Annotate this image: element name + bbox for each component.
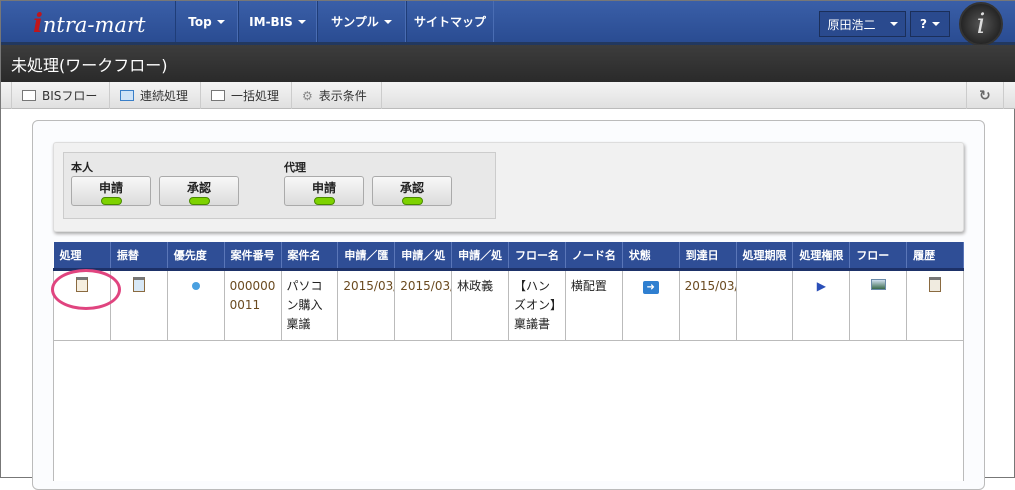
proxy-label: 代理 (284, 161, 306, 174)
flow-name: 【ハンズオン】稟議書 (508, 268, 566, 341)
column-header[interactable]: ノード名 (565, 242, 623, 271)
apply-date: 2015/03/1 (337, 268, 396, 341)
help-label: ? (920, 17, 927, 31)
caret-down-icon (931, 22, 940, 26)
list-icon (22, 90, 36, 101)
refresh-icon: ↻ (979, 87, 991, 104)
windows-icon (120, 90, 134, 101)
toolbar-label: 連続処理 (140, 89, 189, 103)
column-header[interactable]: 案件番号 (224, 242, 282, 271)
column-header[interactable]: 優先度 (167, 242, 225, 271)
refresh-button[interactable]: ↻ (966, 82, 1004, 109)
process-date: 2015/03/1 (394, 268, 453, 341)
proxy-approve-button[interactable]: 承認 (372, 176, 452, 206)
button-label: 申請 (98, 181, 123, 195)
status-cell: ➜ (621, 268, 680, 341)
column-header[interactable]: 到達日 (679, 242, 737, 271)
case-name: パソコン購入稟議 (280, 268, 339, 341)
user-name: 原田浩二 (827, 17, 876, 32)
toolbar-batch[interactable]: 一括処理 (201, 82, 292, 109)
case-number: 0000000011 (223, 268, 282, 341)
toolbar-display-conditions[interactable]: ⚙ 表示条件 (292, 82, 382, 109)
toolbar-label: 一括処理 (231, 89, 280, 103)
caret-down-icon (383, 19, 392, 24)
column-header[interactable]: 処理期限 (736, 242, 794, 271)
column-header[interactable]: 案件名 (281, 242, 339, 271)
caret-down-icon (297, 19, 306, 24)
table-empty-area (53, 336, 964, 481)
toolbar: BISフロー 連続処理 一括処理 ⚙ 表示条件 ↻ (1, 82, 1015, 109)
clipboard-clock-icon[interactable] (929, 276, 942, 292)
green-led-icon (188, 197, 210, 205)
self-approve-button[interactable]: 承認 (159, 176, 239, 206)
column-header[interactable]: 申請／処 (394, 242, 453, 271)
gear-icon: ⚙ (302, 88, 313, 103)
nav-label: Top (188, 14, 212, 29)
column-header[interactable]: 申請／匯 (337, 242, 396, 271)
page-title: 未処理(ワークフロー) (1, 45, 1015, 82)
flow-cell (849, 268, 908, 341)
column-header[interactable]: 振替 (110, 242, 168, 271)
proxy-apply-button[interactable]: 申請 (284, 176, 364, 206)
task-table: 処理 振替 優先度 案件番号 案件名 申請／匯 申請／処 申請／処 フロー名 ノード名 状態 到達日処… (53, 242, 964, 341)
help-button[interactable]: ? (910, 11, 950, 37)
table-row[interactable]: 0000000011 パソコン購入稟議 2015/03/1 2015/03/1 … (53, 268, 964, 341)
priority-cell (166, 268, 225, 341)
authority-cell: ▶ (792, 268, 851, 341)
button-label: 申請 (311, 181, 336, 195)
clipboard-edit-icon[interactable] (132, 276, 145, 292)
caret-down-icon (889, 22, 898, 26)
column-header[interactable]: 履歴 (906, 242, 964, 271)
nav-top[interactable]: Top (175, 1, 238, 42)
priority-dot-icon (191, 281, 200, 290)
button-label: 承認 (399, 181, 424, 195)
history-cell (906, 268, 964, 341)
arrival-date: 2015/03/1 (678, 268, 737, 341)
green-led-icon (401, 197, 423, 205)
column-header[interactable]: 処理権限 (792, 242, 851, 271)
toolbar-continuous[interactable]: 連続処理 (110, 82, 201, 109)
column-header[interactable]: 申請／処 (451, 242, 509, 271)
node-name: 横配置 (564, 268, 623, 341)
nav-sitemap[interactable]: サイトマップ (406, 1, 494, 42)
transfer-cell[interactable] (109, 268, 168, 341)
caret-down-icon (216, 19, 225, 24)
button-label: 承認 (186, 181, 211, 195)
arrow-right-icon[interactable]: ➜ (642, 280, 659, 294)
flow-image-icon[interactable] (870, 278, 886, 290)
nav-im-bis[interactable]: IM-BIS (238, 1, 317, 42)
user-menu-button[interactable]: 原田浩二 (819, 11, 906, 37)
table-header-row: 処理 振替 優先度 案件番号 案件名 申請／匯 申請／処 申請／処 フロー名 ノード名 状態 到達日処… (53, 242, 964, 271)
nav-label: IM-BIS (249, 14, 293, 29)
toolbar-label: 表示条件 (318, 89, 367, 103)
deadline-cell (735, 268, 794, 341)
self-apply-button[interactable]: 申請 (71, 176, 151, 206)
nav-label: サイトマップ (413, 15, 486, 29)
nav-sample[interactable]: サンプル (317, 1, 406, 42)
self-label: 本人 (71, 161, 93, 174)
column-header[interactable]: 処理 (53, 242, 111, 271)
header: iintra-martntra-mart Top IM-BIS サンプル サイト… (1, 1, 1015, 46)
intra-mart-i-logo-icon[interactable]: i (959, 2, 1003, 46)
play-triangle-icon[interactable]: ▶ (817, 279, 826, 293)
column-header[interactable]: 状態 (622, 242, 680, 271)
checklist-icon (211, 90, 225, 101)
applicant: 林政義 (451, 268, 509, 341)
column-header[interactable]: フロー (849, 242, 908, 271)
toolbar-label: BISフロー (42, 89, 98, 103)
logo[interactable]: iintra-martntra-mart (33, 9, 145, 39)
column-header[interactable]: フロー名 (508, 242, 566, 271)
green-led-icon (100, 197, 122, 205)
toolbar-bis-flow[interactable]: BISフロー (11, 82, 110, 109)
nav-label: サンプル (331, 15, 379, 29)
highlight-circle (51, 269, 121, 310)
green-led-icon (313, 197, 335, 205)
